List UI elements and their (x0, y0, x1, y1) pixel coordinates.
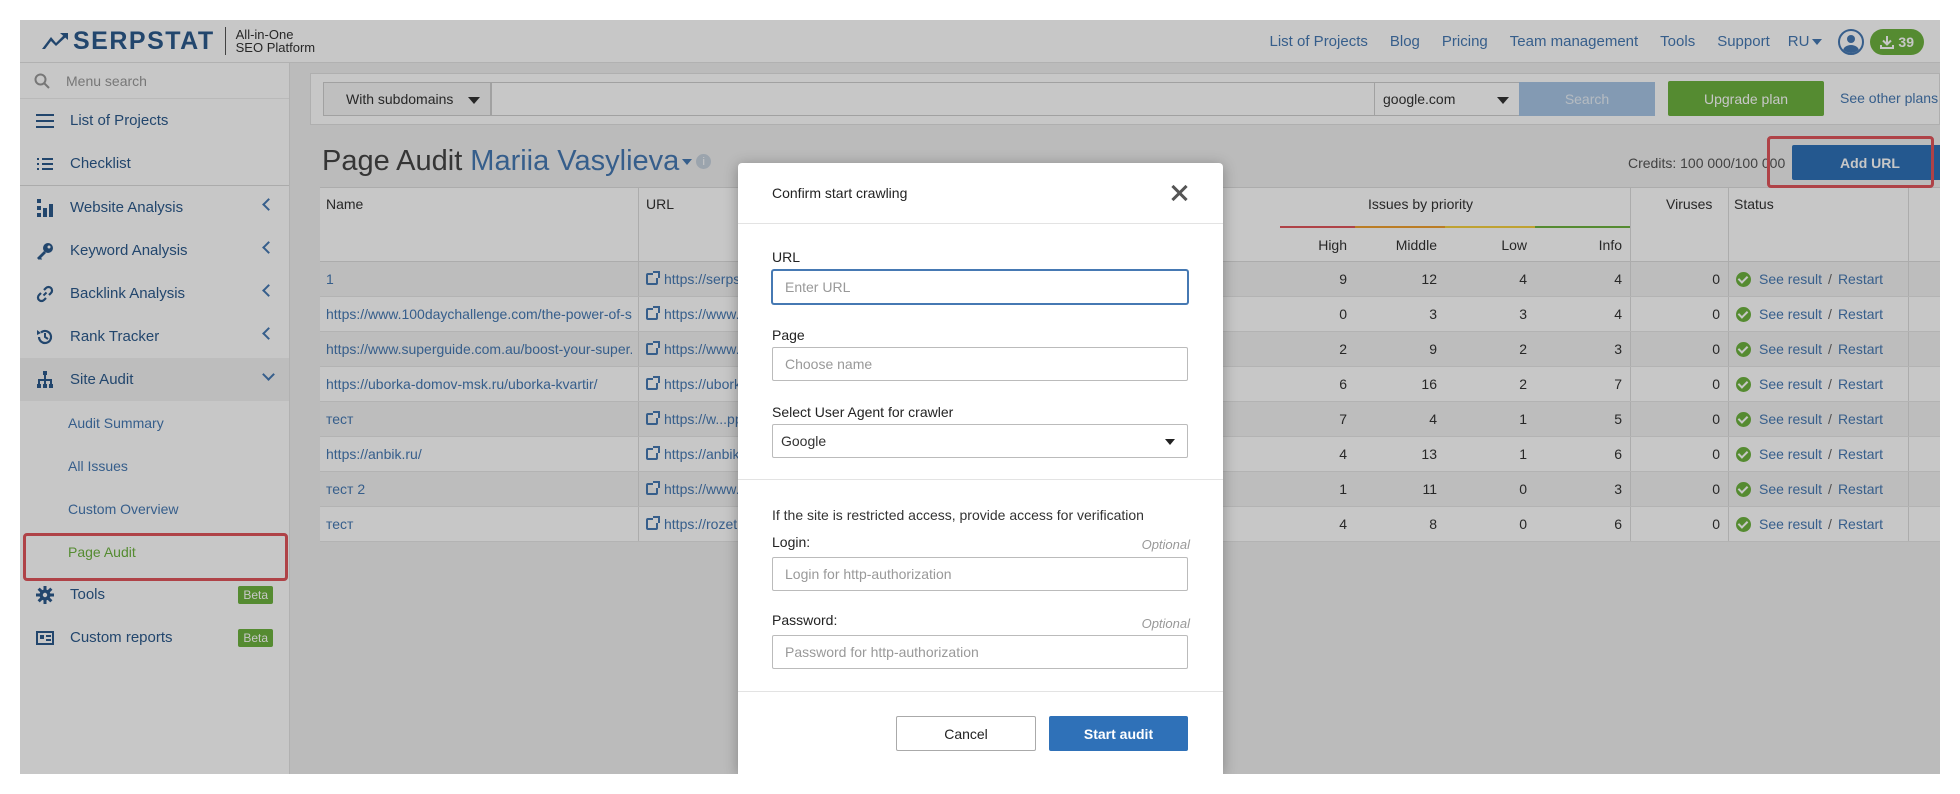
start-audit-button[interactable]: Start audit (1049, 716, 1188, 751)
page-name-input[interactable] (772, 347, 1188, 381)
page-label: Page (772, 327, 805, 343)
login-label: Login: (772, 534, 811, 550)
password-label: Password: (772, 612, 838, 628)
user-agent-select[interactable]: Google (772, 424, 1188, 458)
user-agent-label: Select User Agent for crawler (772, 404, 954, 420)
app-window: SERPSTAT All-in-One SEO Platform List of… (20, 20, 1940, 774)
cancel-button[interactable]: Cancel (896, 716, 1036, 751)
access-note: If the site is restricted access, provid… (772, 507, 1144, 523)
caret-down-icon (1165, 439, 1175, 445)
modal-divider (738, 479, 1223, 480)
close-icon[interactable] (1171, 185, 1187, 201)
url-label: URL (772, 249, 801, 265)
login-input[interactable] (772, 557, 1188, 591)
url-input[interactable] (772, 270, 1188, 304)
confirm-crawl-modal: Confirm start crawling URL Page Select U… (738, 163, 1223, 774)
modal-title: Confirm start crawling (772, 185, 908, 201)
user-agent-value: Google (781, 433, 827, 449)
password-optional: Optional (1141, 616, 1190, 631)
modal-header: Confirm start crawling (738, 163, 1223, 224)
password-input[interactable] (772, 635, 1188, 669)
modal-divider (738, 691, 1223, 692)
login-optional: Optional (1141, 537, 1190, 552)
